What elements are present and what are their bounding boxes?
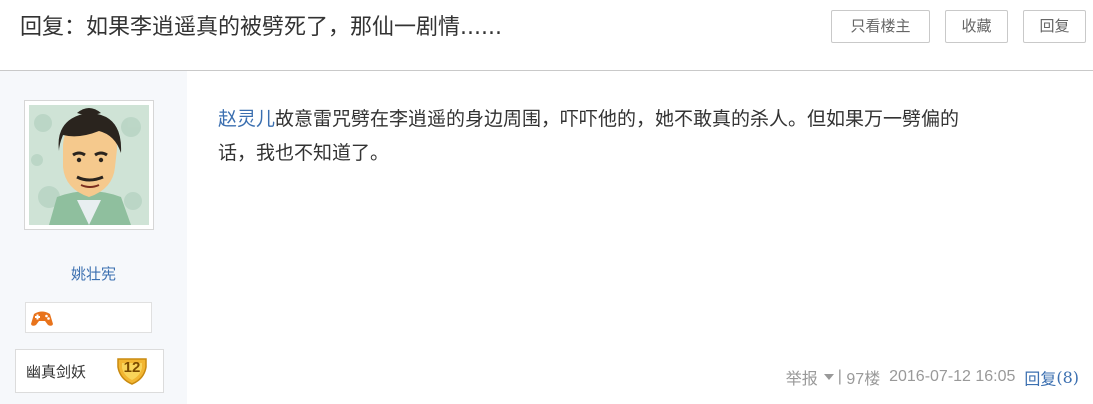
only-op-button[interactable]: 只看楼主	[831, 10, 930, 43]
reply-button[interactable]: 回复	[1023, 10, 1086, 43]
post-timestamp: 2016-07-12 16:05	[889, 368, 1016, 385]
level-badge: 12	[116, 355, 148, 385]
post-text-line1: 故意雷咒劈在李逍遥的身边周围，吓吓他的，她不敢真的杀人。但如果万一劈偏的	[275, 108, 960, 130]
level-title: 幽真剑妖	[26, 363, 87, 381]
game-controller-icon	[31, 311, 53, 326]
post-footer: 举报 | 97楼 2016-07-12 16:05 回复(8)	[786, 365, 1079, 389]
post-reply-label: 回复	[1024, 369, 1057, 388]
chevron-down-icon[interactable]	[823, 374, 834, 380]
thread-header: 回复：如果李逍遥真的被劈死了，那仙一剧情...... 只看楼主 收藏 回复	[0, 0, 1093, 71]
avatar[interactable]	[24, 100, 154, 230]
author-level[interactable]: 幽真剑妖 12	[15, 349, 164, 393]
post-reply-link[interactable]: 回复(8)	[1024, 367, 1079, 389]
post-mention-link[interactable]: 赵灵儿	[218, 108, 275, 130]
author-badge[interactable]	[25, 302, 152, 333]
avatar-portrait	[29, 105, 149, 225]
author-name[interactable]: 姚壮宪	[0, 263, 187, 284]
level-number: 12	[123, 359, 141, 376]
favorite-button[interactable]: 收藏	[945, 10, 1008, 43]
post-text-line2: 话，我也不知道了。	[218, 142, 390, 164]
post-content: 赵灵儿故意雷咒劈在李逍遥的身边周围，吓吓他的，她不敢真的杀人。但如果万一劈偏的 …	[218, 102, 1048, 170]
author-sidebar: 姚壮宪 幽真剑妖 12	[0, 71, 187, 404]
footer-separator: |	[837, 368, 842, 385]
report-button[interactable]: 举报	[786, 369, 818, 388]
thread-title: 回复：如果李逍遥真的被劈死了，那仙一剧情......	[20, 15, 502, 40]
post-reply-count: (8)	[1056, 367, 1079, 387]
floor-number: 97楼	[846, 371, 881, 388]
